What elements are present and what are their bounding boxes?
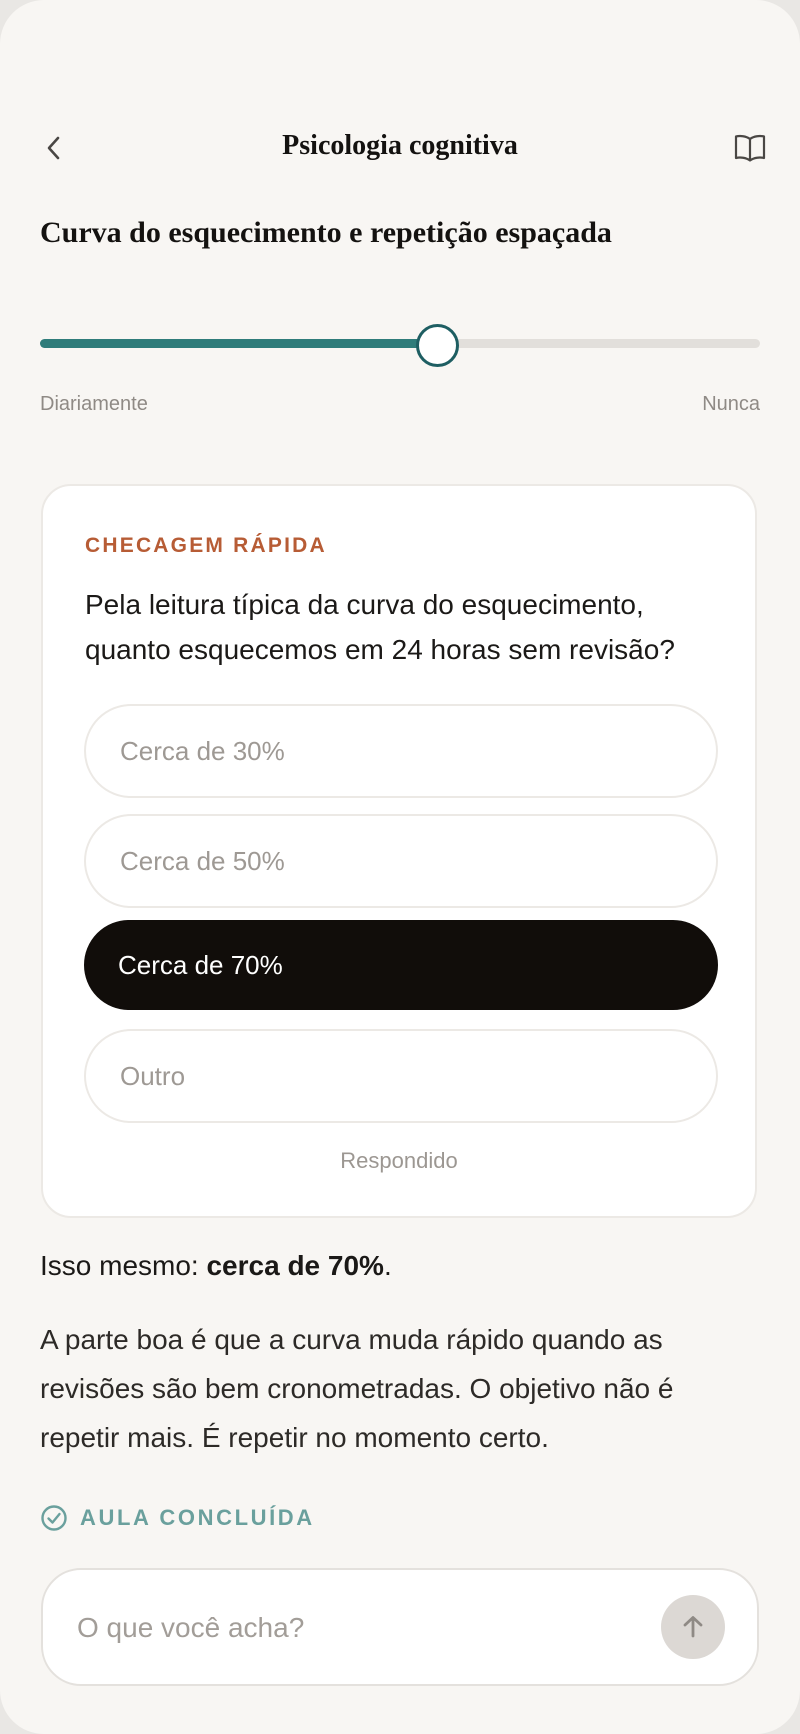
app-screen: Psicologia cognitiva Curva do esquecimen… (0, 0, 800, 1734)
feedback-prefix: Isso mesmo: (40, 1250, 207, 1281)
slider-thumb[interactable] (416, 324, 459, 367)
quiz-option-label: Cerca de 50% (120, 845, 285, 876)
completed-label: AULA CONCLUÍDA (80, 1505, 315, 1530)
quiz-eyebrow: CHECAGEM RÁPIDA (85, 534, 327, 557)
header: Psicologia cognitiva (0, 118, 800, 178)
slider-max-label: Nunca (702, 393, 760, 415)
slider-min-label: Diariamente (40, 393, 148, 415)
arrow-up-icon (683, 1616, 703, 1638)
check-circle-icon (41, 1505, 67, 1531)
quiz-status: Respondido (340, 1148, 458, 1173)
explanation-text: A parte boa é que a curva muda rápido qu… (40, 1324, 674, 1453)
feedback-highlight: cerca de 70% (206, 1250, 384, 1281)
book-icon (734, 134, 766, 162)
feedback-suffix: . (383, 1250, 392, 1281)
frequency-slider[interactable] (40, 324, 760, 367)
lesson-completed-badge: AULA CONCLUÍDA (40, 1503, 315, 1533)
page-title: Psicologia cognitiva (282, 130, 518, 161)
quiz-question: Pela leitura típica da curva do esquecim… (85, 589, 675, 665)
quiz-option-label: Cerca de 70% (118, 949, 283, 980)
quiz-option[interactable]: Cerca de 50% (84, 814, 718, 908)
quiz-option[interactable]: Cerca de 30% (84, 704, 718, 798)
slider-fill (40, 339, 436, 348)
quiz-option-label: Cerca de 30% (120, 735, 285, 766)
quick-check-card: CHECAGEM RÁPIDA Pela leitura típica da c… (41, 484, 757, 1218)
message-composer (41, 1568, 759, 1686)
send-button[interactable] (661, 1595, 725, 1659)
lesson-title: Curva do esquecimento e repetição espaça… (40, 216, 612, 249)
message-input[interactable] (75, 1598, 639, 1658)
quiz-option-label: Outro (120, 1060, 186, 1091)
book-button[interactable] (730, 128, 770, 168)
feedback-text: Isso mesmo: cerca de 70%. (40, 1250, 760, 1282)
quiz-option-selected[interactable]: Cerca de 70% (84, 920, 718, 1010)
quiz-option[interactable]: Outro (84, 1029, 718, 1123)
